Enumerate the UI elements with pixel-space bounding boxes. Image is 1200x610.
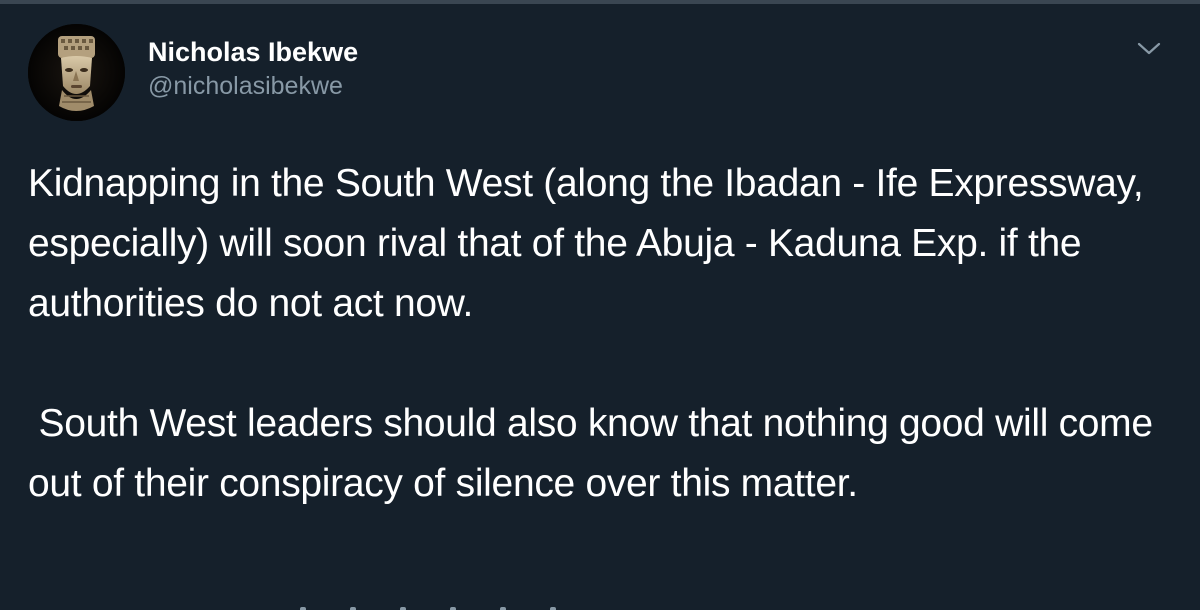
tweet-card: Nicholas Ibekwe @nicholasibekwe Kidnappi… bbox=[0, 0, 1200, 610]
tweet-text: Kidnapping in the South West (along the … bbox=[28, 162, 1153, 505]
author-handle[interactable]: @nicholasibekwe bbox=[148, 69, 358, 103]
tweet-footer-partial bbox=[300, 600, 640, 610]
author-block: Nicholas Ibekwe @nicholasibekwe bbox=[148, 35, 358, 103]
mask-portrait-icon bbox=[28, 24, 125, 121]
avatar[interactable] bbox=[28, 24, 125, 121]
author-display-name[interactable]: Nicholas Ibekwe bbox=[148, 35, 358, 69]
chevron-down-icon[interactable] bbox=[1135, 38, 1163, 60]
